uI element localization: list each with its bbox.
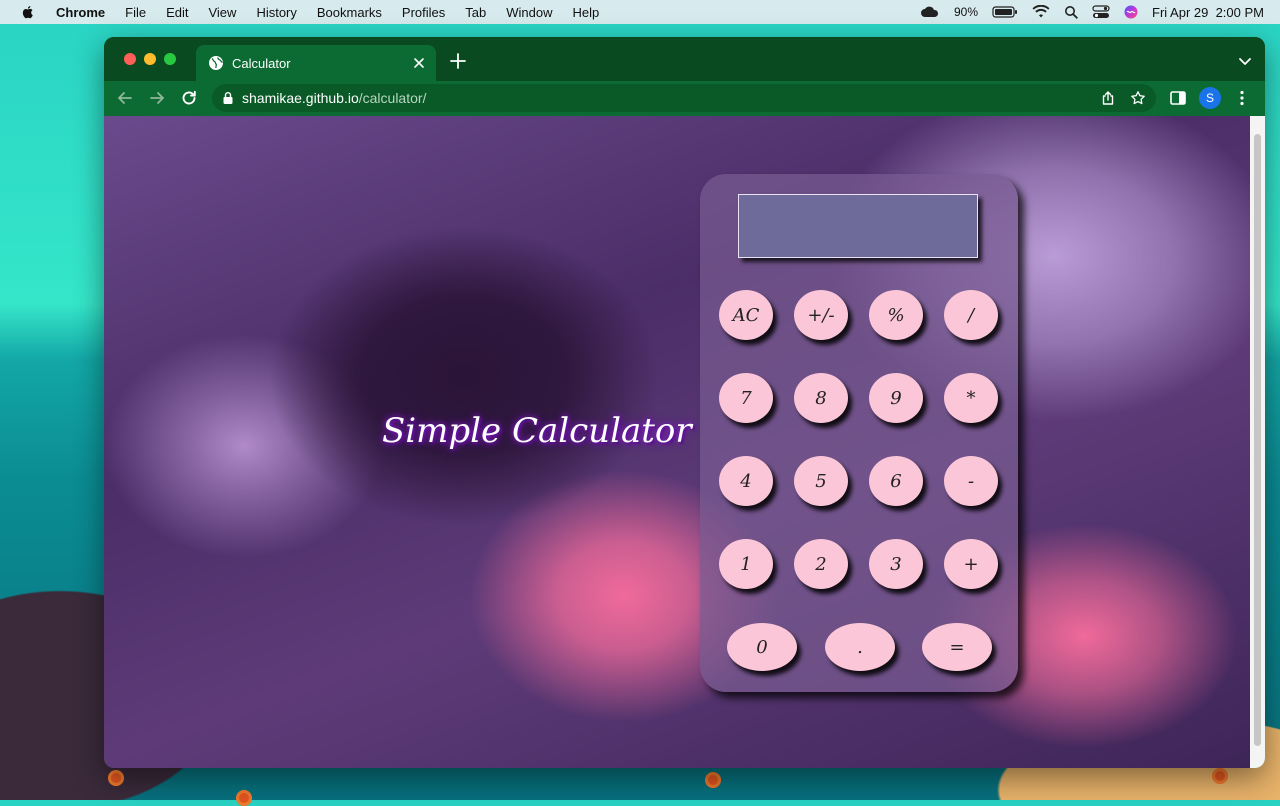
zoom-window-button[interactable] bbox=[164, 53, 176, 65]
address-bar[interactable]: shamikae.github.io/calculator/ bbox=[212, 84, 1156, 112]
chevron-down-icon[interactable] bbox=[1237, 53, 1253, 69]
menubar-clock[interactable]: Fri Apr 29 2:00 PM bbox=[1152, 5, 1264, 20]
url-host: shamikae.github.io bbox=[242, 90, 359, 106]
key-1[interactable]: 1 bbox=[719, 539, 773, 589]
tab-calculator[interactable]: Calculator bbox=[196, 45, 436, 81]
tab-title: Calculator bbox=[232, 55, 291, 71]
share-icon[interactable] bbox=[1100, 90, 1116, 106]
menu-view[interactable]: View bbox=[208, 5, 236, 20]
reload-icon[interactable] bbox=[180, 89, 198, 107]
key-divide[interactable]: / bbox=[944, 290, 998, 340]
menu-bookmarks[interactable]: Bookmarks bbox=[317, 5, 382, 20]
key-multiply[interactable]: * bbox=[944, 373, 998, 423]
control-center-icon[interactable] bbox=[1092, 5, 1110, 19]
battery-icon[interactable] bbox=[992, 5, 1018, 19]
key-2[interactable]: 2 bbox=[794, 539, 848, 589]
side-panel-icon[interactable] bbox=[1169, 89, 1187, 107]
apple-icon[interactable] bbox=[20, 4, 36, 20]
minimize-window-button[interactable] bbox=[144, 53, 156, 65]
browser-window: Calculator shamikae.github.io /calculato… bbox=[104, 37, 1265, 768]
menu-window[interactable]: Window bbox=[506, 5, 552, 20]
creative-cloud-icon[interactable] bbox=[920, 5, 940, 19]
browser-toolbar: shamikae.github.io/calculator/ S bbox=[104, 81, 1265, 116]
menu-file[interactable]: File bbox=[125, 5, 146, 20]
siri-icon[interactable] bbox=[1124, 5, 1138, 19]
key-6[interactable]: 6 bbox=[869, 456, 923, 506]
bookmark-star-icon[interactable] bbox=[1130, 90, 1146, 106]
key-9[interactable]: 9 bbox=[869, 373, 923, 423]
key-equals[interactable]: = bbox=[922, 623, 992, 671]
menu-profiles[interactable]: Profiles bbox=[402, 5, 445, 20]
search-icon[interactable] bbox=[1064, 5, 1078, 19]
key-5[interactable]: 5 bbox=[794, 456, 848, 506]
tab-strip: Calculator bbox=[104, 37, 1265, 81]
key-3[interactable]: 3 bbox=[869, 539, 923, 589]
key-add[interactable]: + bbox=[944, 539, 998, 589]
calculator-body: AC +/- % / 7 8 9 * 4 5 6 - 1 2 3 + 0 . = bbox=[700, 174, 1018, 692]
url-path: /calculator/ bbox=[358, 90, 427, 106]
menu-app-name[interactable]: Chrome bbox=[56, 5, 105, 20]
menu-bar: Chrome File Edit View History Bookmarks … bbox=[0, 0, 1280, 24]
lock-icon[interactable] bbox=[222, 91, 234, 105]
key-decimal[interactable]: . bbox=[825, 623, 895, 671]
close-window-button[interactable] bbox=[124, 53, 136, 65]
close-tab-icon[interactable] bbox=[412, 56, 426, 70]
battery-percent: 90% bbox=[953, 5, 978, 19]
menu-help[interactable]: Help bbox=[573, 5, 600, 20]
desktop-flower bbox=[705, 772, 721, 788]
key-subtract[interactable]: - bbox=[944, 456, 998, 506]
key-percent[interactable]: % bbox=[869, 290, 923, 340]
menu-edit[interactable]: Edit bbox=[166, 5, 188, 20]
page-title: Simple Calculator bbox=[382, 411, 692, 451]
desktop-flower bbox=[236, 790, 252, 806]
wifi-icon[interactable] bbox=[1032, 5, 1050, 19]
back-arrow-icon[interactable] bbox=[116, 89, 134, 107]
key-7[interactable]: 7 bbox=[719, 373, 773, 423]
page-scrollbar[interactable] bbox=[1250, 116, 1265, 768]
page-content: Simple Calculator AC +/- % / 7 8 9 * 4 5… bbox=[104, 116, 1250, 768]
key-0[interactable]: 0 bbox=[727, 623, 797, 671]
profile-avatar[interactable]: S bbox=[1199, 87, 1221, 109]
key-4[interactable]: 4 bbox=[719, 456, 773, 506]
globe-icon bbox=[209, 56, 223, 70]
key-8[interactable]: 8 bbox=[794, 373, 848, 423]
forward-arrow-icon[interactable] bbox=[148, 89, 166, 107]
new-tab-icon[interactable] bbox=[448, 51, 468, 71]
desktop-flower bbox=[108, 770, 124, 786]
calculator-display bbox=[738, 194, 978, 258]
key-plus-minus[interactable]: +/- bbox=[794, 290, 848, 340]
more-options-icon[interactable] bbox=[1233, 89, 1251, 107]
menu-tab[interactable]: Tab bbox=[465, 5, 486, 20]
scrollbar-thumb[interactable] bbox=[1254, 134, 1261, 746]
desktop-flower bbox=[1212, 768, 1228, 784]
key-all-clear[interactable]: AC bbox=[719, 290, 773, 340]
menu-history[interactable]: History bbox=[256, 5, 296, 20]
